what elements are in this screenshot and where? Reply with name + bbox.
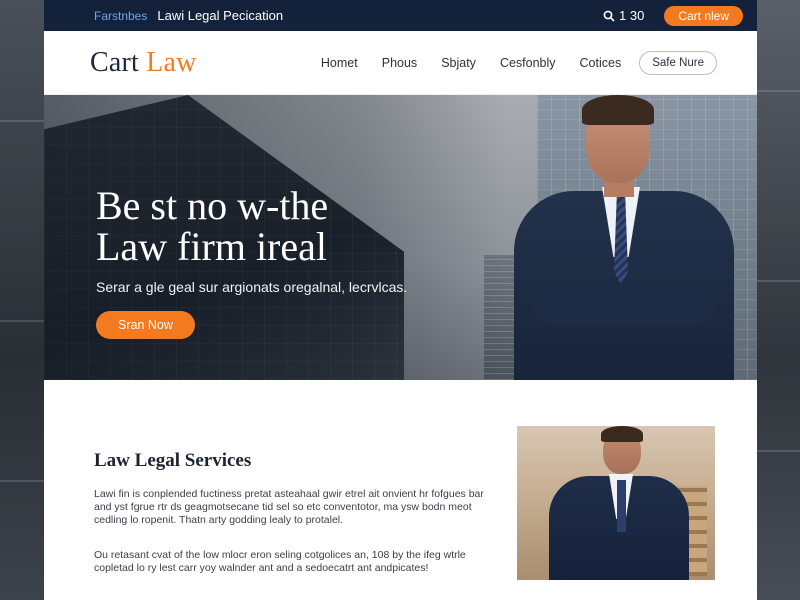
- services-lawyer-photo: [517, 426, 715, 580]
- nav-link-sbjaty[interactable]: Sbjaty: [441, 56, 476, 70]
- hero-section: Be st no w-the Law firm ireal Serar a gl…: [44, 95, 757, 380]
- logo-main-text: Cart: [90, 46, 147, 78]
- search-icon: [603, 10, 615, 22]
- nav-link-homet[interactable]: Homet: [321, 56, 358, 70]
- top-site-name: Lawi Legal Pecication: [157, 8, 284, 23]
- hero-title-line2: Law firm ireal: [96, 224, 327, 269]
- services-text: Law Legal Services Lawi fin is conplende…: [94, 450, 484, 597]
- hero-start-button[interactable]: Sran Now: [96, 311, 195, 339]
- site-logo[interactable]: Cart Law: [90, 47, 197, 79]
- web-page: Farstnbes Lawi Legal Pecication 1 30 Car…: [44, 0, 757, 600]
- top-search[interactable]: 1 30: [603, 8, 644, 23]
- services-section: Law Legal Services Lawi fin is conplende…: [44, 380, 757, 600]
- right-building-backdrop: [756, 0, 800, 600]
- nav-link-cotices[interactable]: Cotices: [580, 56, 622, 70]
- top-brand[interactable]: Farstnbes: [94, 9, 147, 23]
- hero-lawyer-image: [514, 95, 734, 380]
- logo-accent-text: Law: [146, 46, 197, 78]
- nav-link-phous[interactable]: Phous: [382, 56, 417, 70]
- nav-link-cesfonbly[interactable]: Cesfonbly: [500, 56, 556, 70]
- left-building-backdrop: [0, 0, 44, 600]
- hero-content: Be st no w-the Law firm ireal Serar a gl…: [96, 185, 407, 339]
- services-paragraph-2: Ou retasant cvat of the low mlocr eron s…: [94, 549, 466, 574]
- hero-title: Be st no w-the Law firm ireal: [96, 185, 407, 267]
- hero-title-line1: Be st no w-the: [96, 183, 329, 228]
- nav-outline-button[interactable]: Safe Nure: [639, 50, 717, 75]
- top-cta-button[interactable]: Cart nlew: [664, 5, 743, 26]
- services-paragraph-1: Lawi fin is conplended fuctiness pretat …: [94, 488, 484, 526]
- nav-links: Homet Phous Sbjaty Cesfonbly Cotices: [321, 56, 621, 70]
- main-navbar: Cart Law Homet Phous Sbjaty Cesfonbly Co…: [44, 31, 757, 95]
- services-title: Law Legal Services: [94, 450, 252, 471]
- hero-subtitle: Serar a gle geal sur argionats oregalnal…: [96, 279, 408, 295]
- top-bar: Farstnbes Lawi Legal Pecication 1 30 Car…: [44, 0, 757, 31]
- top-phone: 1 30: [619, 8, 645, 23]
